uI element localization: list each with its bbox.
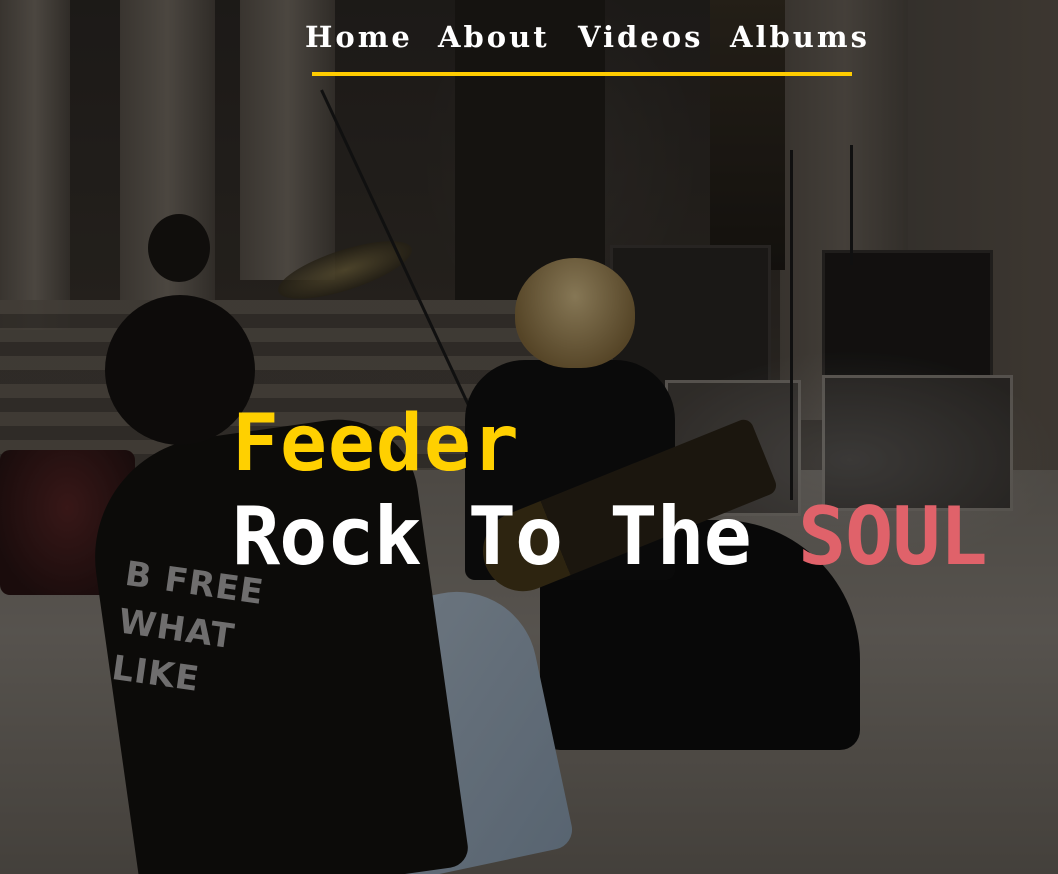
hero-tagline: Rock To The SOUL <box>232 497 988 577</box>
tagline-text: Rock To The <box>232 490 752 583</box>
nav-link-home[interactable]: Home <box>305 20 413 54</box>
hero-headline: Feeder Rock To The SOUL <box>232 399 988 577</box>
nav-link-about[interactable]: About <box>438 20 550 54</box>
nav-link-albums[interactable]: Albums <box>730 20 870 54</box>
main-navigation: Home About Videos Albums <box>305 20 867 60</box>
nav-link-videos[interactable]: Videos <box>578 20 703 54</box>
band-name: Feeder <box>232 399 520 489</box>
nav-underline <box>312 72 852 76</box>
tagline-accent: SOUL <box>797 490 988 583</box>
hero-section: B FREE WHAT LIKE Home About Videos Album… <box>0 0 1058 874</box>
